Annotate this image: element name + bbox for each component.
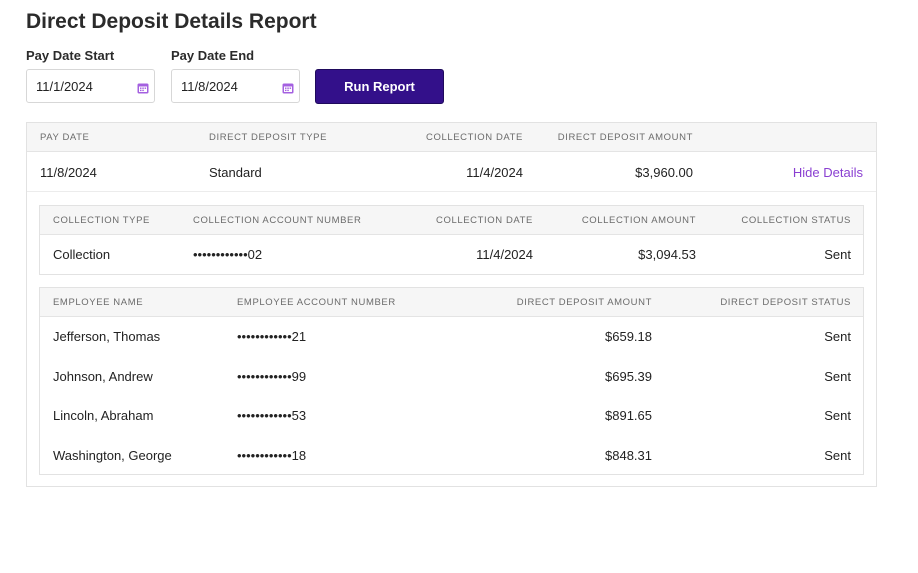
header-pay-date: PAY DATE (40, 132, 90, 143)
deposit-status-cell: Sent (824, 408, 851, 423)
header-direct-deposit-amount: DIRECT DEPOSIT AMOUNT (557, 132, 693, 143)
employee-table-header: EMPLOYEE NAME EMPLOYEE ACCOUNT NUMBER DI… (40, 288, 863, 317)
employee-account-cell: ••••••••••••99 (237, 369, 307, 384)
header-employee-account-number: EMPLOYEE ACCOUNT NUMBER (237, 297, 396, 308)
deposit-amount-cell: $891.65 (605, 408, 652, 423)
deposit-amount-cell: $848.31 (605, 448, 652, 463)
calendar-icon[interactable] (282, 82, 294, 94)
employee-name-cell: Johnson, Andrew (53, 369, 153, 384)
collection-type-cell: Collection (53, 247, 111, 262)
header-collection-type: COLLECTION TYPE (53, 215, 150, 226)
collection-status-cell: Sent (824, 247, 851, 262)
page-title: Direct Deposit Details Report (26, 10, 317, 33)
employee-account-cell: ••••••••••••53 (237, 408, 307, 423)
pay-date-cell: 11/8/2024 (40, 165, 97, 180)
run-report-button[interactable]: Run Report (315, 69, 444, 104)
collection-account-cell: ••••••••••••02 (193, 247, 263, 262)
collection-date-cell: 11/4/2024 (476, 247, 533, 262)
pay-date-start-label: Pay Date Start (26, 48, 115, 63)
header-collection-date: COLLECTION DATE (426, 132, 523, 143)
header-collection-amount: COLLECTION AMOUNT (581, 215, 696, 226)
header-collection-account-number: COLLECTION ACCOUNT NUMBER (193, 215, 362, 226)
pay-date-end-input[interactable]: 11/8/2024 (171, 69, 300, 103)
deposit-amount-cell: $695.39 (605, 369, 652, 384)
pay-date-end-value: 11/8/2024 (181, 79, 238, 94)
header-employee-name: EMPLOYEE NAME (53, 297, 144, 308)
employee-account-cell: ••••••••••••21 (237, 329, 307, 344)
header-direct-deposit-type: DIRECT DEPOSIT TYPE (209, 132, 328, 143)
collection-table-header: COLLECTION TYPE COLLECTION ACCOUNT NUMBE… (40, 206, 863, 235)
employee-name-cell: Jefferson, Thomas (53, 329, 161, 344)
deposit-amount-cell: $3,960.00 (635, 165, 693, 180)
deposit-amount-cell: $659.18 (605, 329, 652, 344)
employee-name-cell: Lincoln, Abraham (53, 408, 154, 423)
deposit-status-cell: Sent (824, 329, 851, 344)
deposit-status-cell: Sent (824, 448, 851, 463)
main-table-header: PAY DATE DIRECT DEPOSIT TYPE COLLECTION … (27, 123, 876, 152)
pay-date-start-input[interactable]: 11/1/2024 (26, 69, 155, 103)
employee-table: EMPLOYEE NAME EMPLOYEE ACCOUNT NUMBER DI… (39, 287, 864, 475)
header-direct-deposit-amount: DIRECT DEPOSIT AMOUNT (516, 297, 652, 308)
collection-amount-cell: $3,094.53 (638, 247, 696, 262)
hide-details-link[interactable]: Hide Details (793, 165, 863, 180)
collection-table: COLLECTION TYPE COLLECTION ACCOUNT NUMBE… (39, 205, 864, 275)
pay-date-start-value: 11/1/2024 (36, 79, 93, 94)
header-collection-date: COLLECTION DATE (436, 215, 533, 226)
calendar-icon[interactable] (137, 82, 149, 94)
collection-date-cell: 11/4/2024 (466, 165, 523, 180)
pay-date-end-label: Pay Date End (171, 48, 255, 63)
header-direct-deposit-status: DIRECT DEPOSIT STATUS (720, 297, 851, 308)
divider (27, 191, 876, 192)
employee-name-cell: Washington, George (53, 448, 172, 463)
deposit-status-cell: Sent (824, 369, 851, 384)
deposit-type-cell: Standard (209, 165, 262, 180)
report-panel: PAY DATE DIRECT DEPOSIT TYPE COLLECTION … (26, 122, 877, 487)
header-collection-status: COLLECTION STATUS (741, 215, 851, 226)
employee-account-cell: ••••••••••••18 (237, 448, 307, 463)
